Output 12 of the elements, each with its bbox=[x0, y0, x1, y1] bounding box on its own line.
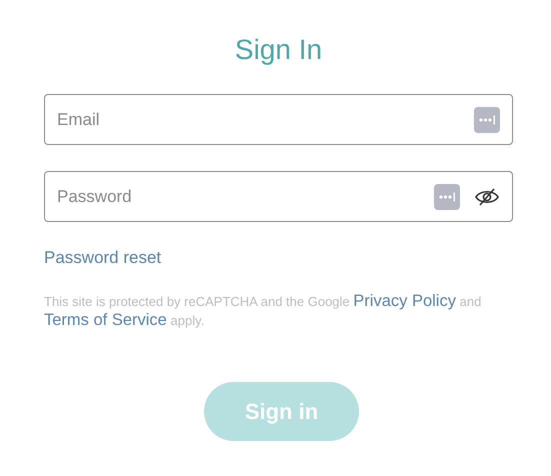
email-field[interactable]: Email bbox=[44, 94, 513, 145]
eye-slash-icon[interactable] bbox=[474, 186, 500, 206]
password-reset-link[interactable]: Password reset bbox=[44, 248, 162, 268]
password-manager-icon[interactable] bbox=[434, 184, 460, 210]
password-manager-icon[interactable] bbox=[474, 106, 500, 132]
password-field[interactable]: Password bbox=[44, 171, 513, 222]
policy-link[interactable]: Privacy Policy bbox=[353, 292, 456, 310]
recaptcha-notice: This site is protected by reCAPTCHA and the Google Privacy Policy and Terms of Service apply. bbox=[44, 292, 482, 330]
password-input[interactable]: Password bbox=[55, 186, 420, 208]
page-title: Sign In bbox=[234, 33, 324, 67]
email-input[interactable]: Email bbox=[55, 108, 460, 130]
policy-link[interactable]: Terms of Service bbox=[44, 311, 167, 329]
